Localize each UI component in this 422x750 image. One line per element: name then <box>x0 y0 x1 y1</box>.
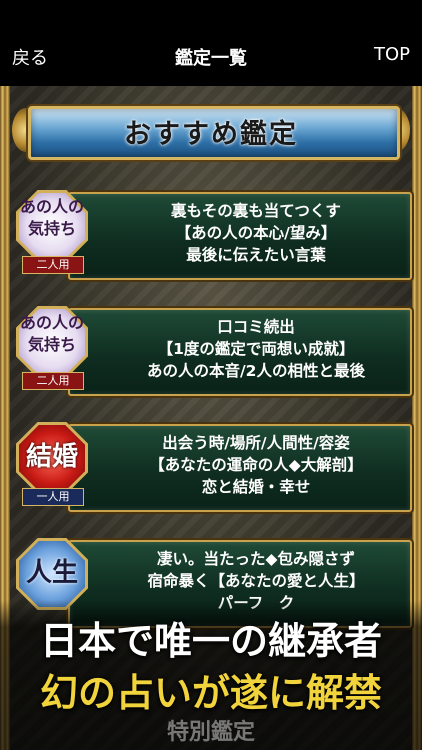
navigation-bar: 戻る 鑑定一覧 TOP <box>0 34 422 78</box>
page-title: 鑑定一覧 <box>175 48 247 69</box>
card-line: 凄い。当たった◆包み隠さず <box>157 550 355 568</box>
card-line: 最後に伝えたい言葉 <box>186 246 326 264</box>
card-text: 口コミ続出 【1度の鑑定で両想い成就】 あの人の本音/2人の相性と最後 <box>106 316 406 382</box>
reading-card[interactable]: 結婚 一人用 出会う時/場所/人間性/容姿 【あなたの運命の人◆大解剖】 恋と結… <box>10 418 412 512</box>
card-line: 【1度の鑑定で両想い成就】 <box>157 340 355 358</box>
category-badge: あの人の気持ち 二人用 <box>14 190 92 274</box>
reading-card[interactable]: あの人の気持ち 二人用 裏もその裏も当てつくす 【あの人の本心/望み】 最後に伝… <box>10 186 412 280</box>
reading-card[interactable]: あの人の気持ち 二人用 口コミ続出 【1度の鑑定で両想い成就】 あの人の本音/2… <box>10 302 412 396</box>
special-reading-label: 特別鑑定 <box>166 719 255 745</box>
recommended-banner: おすすめ鑑定 <box>8 94 414 168</box>
badge-tag: 二人用 <box>22 372 84 390</box>
category-badge: あの人の気持ち 二人用 <box>14 306 92 390</box>
top-button[interactable]: TOP <box>374 44 410 65</box>
badge-label: あの人の気持ち <box>20 313 85 354</box>
card-text: 裏もその裏も当てつくす 【あの人の本心/望み】 最後に伝えたい言葉 <box>106 200 406 266</box>
card-line: 恋と結婚・幸せ <box>201 478 311 496</box>
card-line: 【あなたの運命の人◆大解剖】 <box>149 456 363 474</box>
promo-overlay: 日本で唯一の継承者 幻の占いが遂に解禁 特別鑑定 <box>0 600 422 750</box>
badge-tag: 一人用 <box>22 488 84 506</box>
card-line: 口コミ続出 <box>217 318 295 336</box>
promo-subheadline: 幻の占いが遂に解禁 <box>39 671 382 715</box>
promo-headline: 日本で唯一の継承者 <box>39 619 382 663</box>
badge-label: 結婚 <box>25 442 78 472</box>
badge-label: あの人の気持ち <box>20 197 85 238</box>
card-line: 裏もその裏も当てつくす <box>171 202 341 220</box>
badge-label: 人生 <box>25 558 78 588</box>
badge-tag: 二人用 <box>22 256 84 274</box>
category-badge: 結婚 一人用 <box>14 422 92 506</box>
card-line: 出会う時/場所/人間性/容姿 <box>162 434 350 452</box>
card-line: あの人の本音/2人の相性と最後 <box>147 362 365 380</box>
card-line: 【あの人の本心/望み】 <box>175 224 337 242</box>
banner-title: おすすめ鑑定 <box>124 119 298 150</box>
card-line: 宿命暴く【あなたの愛と人生】 <box>147 572 365 590</box>
card-text: 出会う時/場所/人間性/容姿 【あなたの運命の人◆大解剖】 恋と結婚・幸せ <box>106 432 406 498</box>
